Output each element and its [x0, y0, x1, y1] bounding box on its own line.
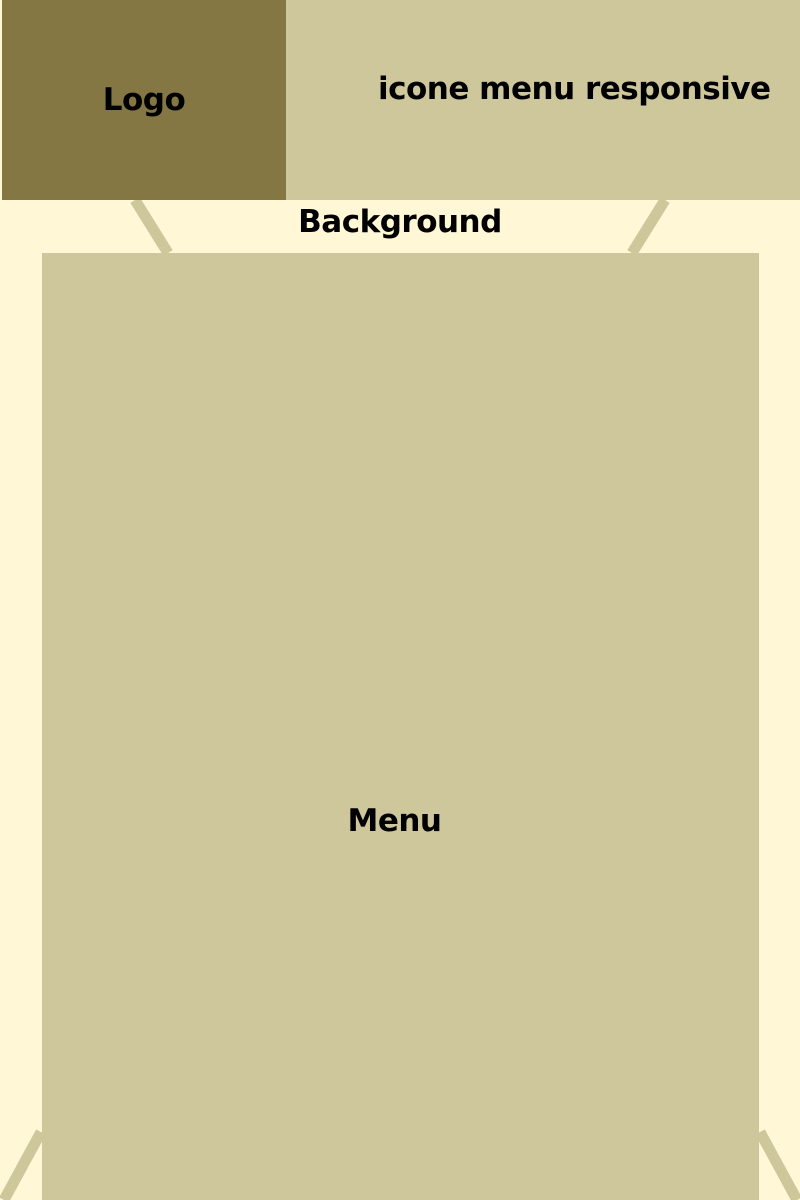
responsive-menu-icon-label: icone menu responsive [378, 71, 771, 107]
logo-block[interactable]: Logo [2, 0, 286, 200]
menu-panel[interactable]: Menu [42, 253, 759, 1200]
background-label: Background [298, 204, 502, 240]
header: Logo icone menu responsive [0, 0, 800, 200]
logo-label: Logo [102, 81, 186, 118]
bottom-right-diagonal-line [755, 1129, 800, 1200]
menu-label: Menu [347, 803, 442, 839]
responsive-menu-icon-block[interactable]: icone menu responsive [286, 0, 800, 200]
bottom-left-diagonal-line [0, 1129, 46, 1200]
